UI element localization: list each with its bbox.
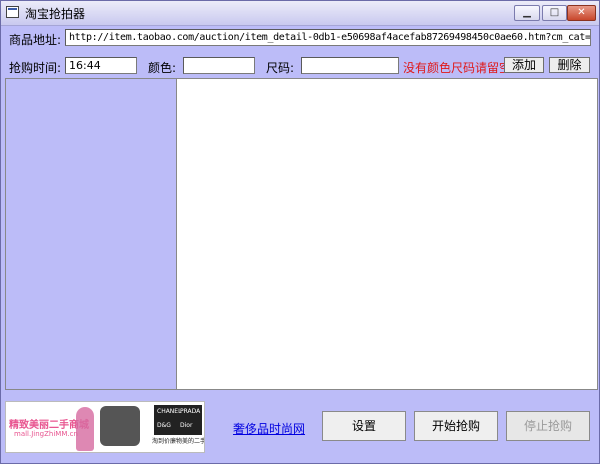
ad-brand-logos: CHANEL PRADA D&G Dior [154, 405, 202, 435]
time-label: 抢购时间: [9, 61, 62, 75]
ad-brand-chanel: CHANEL [157, 408, 182, 415]
size-input[interactable] [301, 57, 399, 74]
maximize-button[interactable]: □ [542, 5, 567, 21]
settings-button[interactable]: 设置 [322, 411, 406, 441]
stop-buying-button[interactable]: 停止抢购 [506, 411, 590, 441]
ad-brand-dior: Dior [180, 422, 193, 429]
app-window-icon [6, 6, 19, 18]
url-label: 商品地址: [9, 33, 62, 47]
ad-brand-dg: D&G [157, 422, 171, 429]
ad-brand-prada: PRADA [180, 408, 201, 415]
ad-tagline: 淘到价廉物美的二手大牌奢侈品 [152, 438, 204, 445]
item-list-panel[interactable] [5, 78, 176, 390]
minimize-button[interactable]: ▁ [514, 5, 540, 21]
add-button[interactable]: 添加 [504, 57, 544, 73]
url-input[interactable]: http://item.taobao.com/auction/item_deta… [65, 29, 591, 46]
delete-button[interactable]: 删除 [549, 57, 590, 73]
ad-model-figure [76, 407, 94, 451]
close-button[interactable]: ✕ [567, 5, 596, 21]
title-bar: 淘宝抢拍器 ▁ □ ✕ [1, 1, 599, 26]
ad-banner[interactable]: 精致美丽二手商城 mall.JingZhiMM.cn CHANEL PRADA … [5, 401, 205, 453]
hint-text: 没有颜色尺码请留空 [403, 61, 512, 75]
app-window: 淘宝抢拍器 ▁ □ ✕ 商品地址: http://item.taobao.com… [0, 0, 600, 464]
start-buying-button[interactable]: 开始抢购 [414, 411, 498, 441]
color-label: 颜色: [148, 61, 177, 75]
window-title: 淘宝抢拍器 [25, 7, 86, 21]
ad-url: mall.JingZhiMM.cn [14, 430, 78, 438]
size-label: 尺码: [266, 61, 295, 75]
ad-bag-image [100, 406, 140, 446]
luxury-fashion-link[interactable]: 奢侈品时尚网 [233, 420, 305, 437]
time-input[interactable]: 16:44 [65, 57, 137, 74]
color-input[interactable] [183, 57, 255, 74]
log-panel[interactable] [176, 78, 598, 390]
